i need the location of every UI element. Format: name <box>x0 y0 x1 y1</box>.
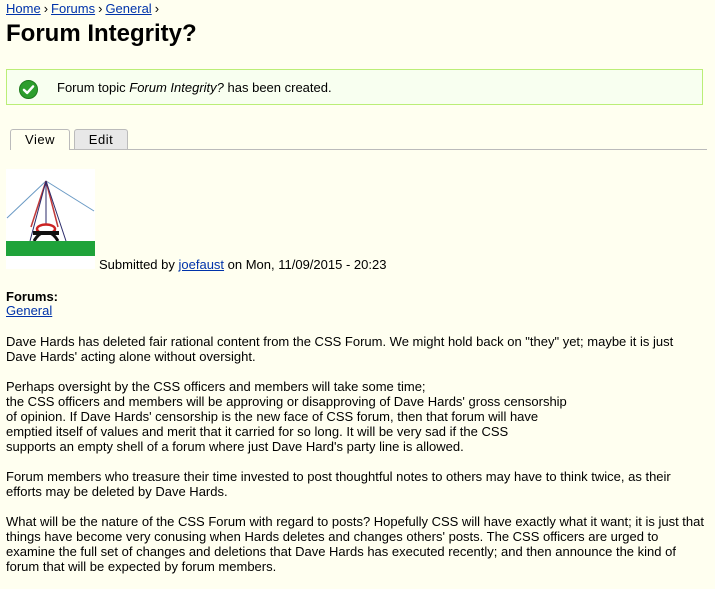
post-body: Dave Hards has deleted fair rational con… <box>6 334 706 589</box>
node-tabs: View Edit <box>10 129 707 150</box>
tabs-baseline <box>10 149 707 150</box>
breadcrumb-home-link[interactable]: Home <box>6 1 41 16</box>
forums-label: Forums: <box>6 289 58 304</box>
breadcrumb-forums-link[interactable]: Forums <box>51 1 95 16</box>
submitted-by-prefix: Submitted by <box>99 257 179 272</box>
author-link[interactable]: joefaust <box>179 257 225 272</box>
post-paragraph: What will be the nature of the CSS Forum… <box>6 514 704 574</box>
post-paragraph: Forum members who treasure their time in… <box>6 469 671 499</box>
page-title: Forum Integrity? <box>6 20 197 47</box>
status-message-prefix: Forum topic <box>57 80 130 95</box>
breadcrumb: Home › Forums › General › <box>6 1 162 17</box>
breadcrumb-general-link[interactable]: General <box>105 1 151 16</box>
avatar-image <box>6 169 95 269</box>
post-paragraph: Dave Hards has deleted fair rational con… <box>6 334 674 364</box>
status-message-text: Forum topic Forum Integrity? has been cr… <box>57 79 332 96</box>
submitted-date: on Mon, 11/09/2015 - 20:23 <box>224 257 387 272</box>
avatar[interactable] <box>6 169 95 269</box>
tab-edit[interactable]: Edit <box>74 129 128 149</box>
status-message-suffix: has been created. <box>223 80 332 95</box>
check-circle-icon <box>19 80 38 99</box>
breadcrumb-separator: › <box>43 1 49 16</box>
submitted-by: Submitted by joefaust on Mon, 11/09/2015… <box>99 257 386 273</box>
forum-general-link[interactable]: General <box>6 303 52 318</box>
post-paragraph: Perhaps oversight by the CSS officers an… <box>6 379 567 454</box>
status-message: Forum topic Forum Integrity? has been cr… <box>6 69 703 105</box>
status-message-topic: Forum Integrity? <box>129 80 224 95</box>
breadcrumb-separator: › <box>154 1 160 16</box>
tab-view[interactable]: View <box>10 129 70 150</box>
breadcrumb-separator: › <box>98 1 103 16</box>
